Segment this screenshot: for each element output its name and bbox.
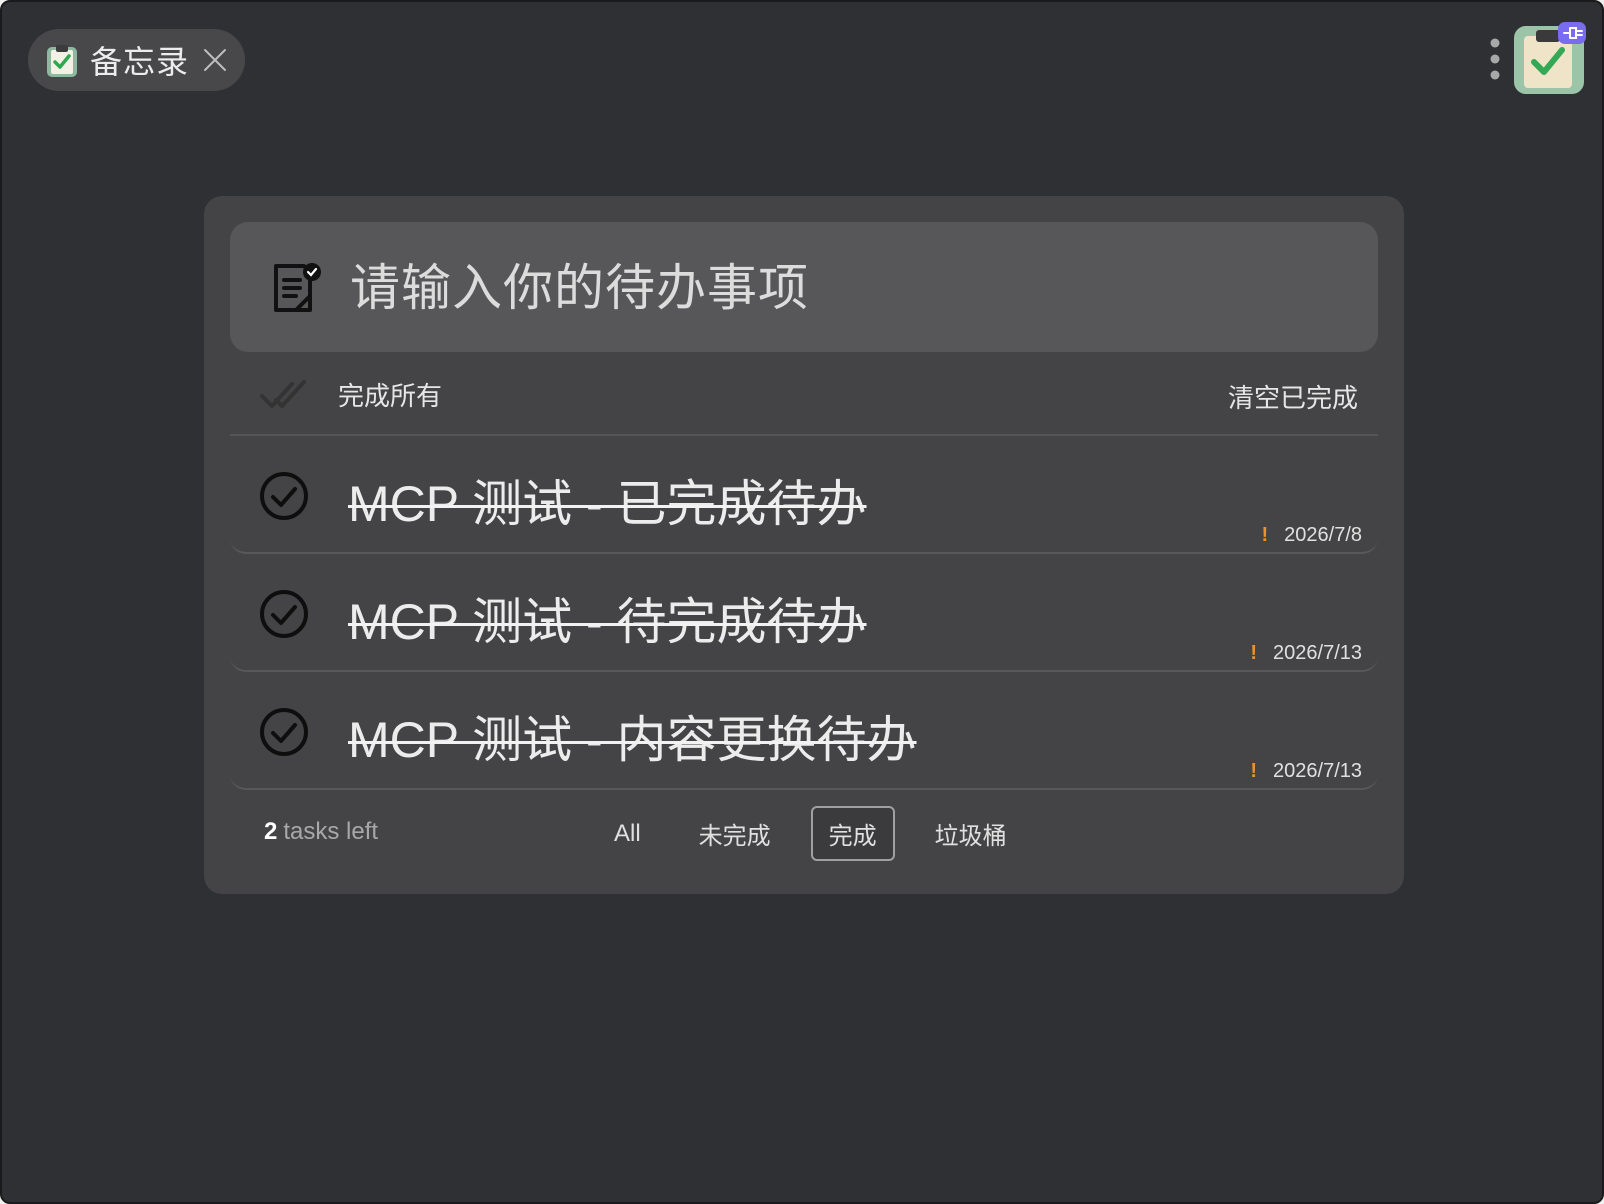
filter-trash[interactable]: 垃圾桶 (917, 806, 1025, 861)
filter-active[interactable]: 未完成 (681, 806, 789, 861)
todo-date: 2026/7/13 (1273, 642, 1362, 664)
tab-title: 备忘录 (90, 44, 190, 80)
priority-mark: ! (1250, 760, 1258, 782)
plugin-app-icon[interactable] (1512, 22, 1586, 96)
todo-input[interactable] (348, 246, 1352, 330)
todo-list: MCP 测试 - 已完成待办 ! 2026/7/8 MCP 测试 - 待完成待办… (230, 436, 1378, 790)
app-tab[interactable]: 备忘录 (28, 29, 245, 91)
todo-date: 2026/7/13 (1273, 760, 1362, 782)
filter-group: All 未完成 完成 垃圾桶 (596, 806, 1047, 861)
check-circle-icon[interactable] (258, 470, 310, 522)
filter-completed[interactable]: 完成 (810, 806, 895, 861)
app-window: 备忘录 请输入你的待办事项 完成所有 清空已完成 MCP 测试 - 已完成待办 … (0, 0, 1604, 1204)
note-check-icon (274, 263, 321, 312)
filter-all[interactable]: All (596, 810, 659, 858)
close-icon[interactable] (201, 46, 229, 74)
todo-text[interactable]: MCP 测试 - 内容更换待办 (348, 700, 917, 772)
double-check-icon[interactable] (260, 378, 310, 410)
tasks-left-count: 2 (264, 818, 278, 845)
priority-mark: ! (1250, 642, 1258, 664)
todo-item[interactable]: MCP 测试 - 待完成待办 ! 2026/7/13 (230, 554, 1378, 672)
todo-meta: ! 2026/7/8 (1261, 524, 1362, 547)
clear-completed-button[interactable]: 清空已完成 (1228, 378, 1358, 415)
tasks-left-counter: 2 tasks left (264, 818, 378, 846)
todo-footer: 2 tasks left All 未完成 完成 垃圾桶 (230, 796, 1378, 876)
todo-card: 完成所有 清空已完成 MCP 测试 - 已完成待办 ! 2026/7/8 (204, 196, 1404, 894)
priority-mark: ! (1261, 524, 1269, 546)
check-circle-icon[interactable] (258, 706, 310, 758)
clipboard-icon (47, 45, 77, 77)
todo-meta: ! 2026/7/13 (1250, 642, 1362, 665)
todo-text[interactable]: MCP 测试 - 已完成待办 (348, 464, 867, 536)
todo-input-box[interactable] (230, 222, 1378, 352)
more-options-icon[interactable] (1488, 36, 1502, 82)
todo-item[interactable]: MCP 测试 - 已完成待办 ! 2026/7/8 (230, 436, 1378, 554)
complete-all-button[interactable]: 完成所有 (338, 376, 442, 413)
action-row: 完成所有 清空已完成 (230, 356, 1378, 436)
todo-meta: ! 2026/7/13 (1250, 760, 1362, 783)
todo-date: 2026/7/8 (1284, 524, 1362, 546)
todo-text[interactable]: MCP 测试 - 待完成待办 (348, 582, 867, 654)
todo-item[interactable]: MCP 测试 - 内容更换待办 ! 2026/7/13 (230, 672, 1378, 790)
check-circle-icon[interactable] (258, 588, 310, 640)
tasks-left-label: tasks left (283, 818, 379, 845)
